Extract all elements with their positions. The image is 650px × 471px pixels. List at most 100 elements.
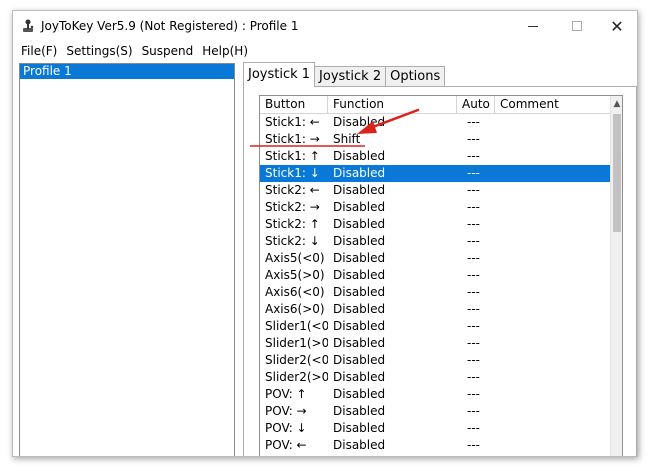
cell-auto: --- — [467, 336, 480, 350]
cell-button: Stick1: ↑ — [265, 149, 320, 163]
profile-item[interactable]: Profile 1 — [20, 64, 234, 79]
cell-auto: --- — [467, 200, 480, 214]
table-row[interactable]: Slider1(<0) Disabled --- — [260, 318, 610, 335]
cell-button: POV: ← — [265, 438, 307, 452]
table-row[interactable]: Stick1: ↑ Disabled --- — [260, 148, 610, 165]
scroll-thumb[interactable] — [613, 114, 621, 232]
cell-auto: --- — [467, 285, 480, 299]
chevron-up-icon[interactable]: ▲ — [611, 96, 622, 112]
grid-rows: Stick1: ← Disabled --- Stick1: → Shift --- Sti… — [260, 114, 610, 454]
cell-function: Disabled — [333, 421, 386, 435]
cell-function: Disabled — [333, 353, 386, 367]
cell-button: Stick1: ← — [265, 115, 320, 129]
cell-comment — [495, 148, 610, 165]
profile-list[interactable]: Profile 1 — [19, 63, 235, 456]
app-window: JoyToKey Ver5.9 (Not Registered) : Profi… — [12, 10, 638, 457]
cell-comment — [495, 267, 610, 284]
cell-auto: --- — [467, 387, 480, 401]
table-row[interactable]: Stick2: ↓ Disabled --- — [260, 233, 610, 250]
cell-comment — [495, 318, 610, 335]
cell-function: Disabled — [333, 115, 386, 129]
cell-button: POV: → — [265, 404, 307, 418]
cell-button: Stick2: ← — [265, 183, 320, 197]
cell-button: Slider2(>0) — [265, 370, 328, 384]
menu-file[interactable]: File(F) — [16, 44, 61, 58]
column-header-button[interactable]: Button — [260, 96, 328, 113]
button-assignment-grid[interactable]: Button Function Auto Comment Stick1: ← Di… — [259, 95, 623, 456]
menu-suspend[interactable]: Suspend — [137, 44, 198, 58]
tab-joystick-2[interactable]: Joystick 2 — [314, 66, 387, 87]
cell-function: Disabled — [333, 336, 386, 350]
tab-joystick-1[interactable]: Joystick 1 — [243, 62, 316, 87]
window-title: JoyToKey Ver5.9 (Not Registered) : Profi… — [41, 19, 299, 33]
tab-panel: Button Function Auto Comment Stick1: ← Di… — [243, 86, 637, 456]
cell-function: Disabled — [333, 370, 386, 384]
tab-options[interactable]: Options — [385, 66, 446, 87]
cell-comment — [495, 182, 610, 199]
cell-function: Disabled — [333, 149, 386, 163]
cell-auto: --- — [467, 115, 480, 129]
cell-comment — [495, 386, 610, 403]
cell-auto: --- — [467, 149, 480, 163]
cell-comment — [495, 369, 610, 386]
table-row[interactable]: POV: ↑ Disabled --- — [260, 386, 610, 403]
table-row[interactable]: Axis5(<0) Disabled --- — [260, 250, 610, 267]
cell-function: Shift — [333, 132, 361, 146]
maximize-button[interactable] — [562, 15, 592, 37]
cell-function: Disabled — [333, 200, 386, 214]
cell-button: POV: ↑ — [265, 387, 307, 401]
table-row[interactable]: Stick1: → Shift --- — [260, 131, 610, 148]
cell-comment — [495, 284, 610, 301]
close-button[interactable]: ✕ — [602, 15, 632, 37]
table-row[interactable]: Stick1: ↓ Disabled --- — [260, 165, 610, 182]
cell-function: Disabled — [333, 251, 386, 265]
menu-settings[interactable]: Settings(S) — [61, 44, 136, 58]
table-row[interactable]: Slider2(<0) Disabled --- — [260, 352, 610, 369]
cell-comment — [495, 301, 610, 318]
cell-comment — [495, 437, 610, 454]
table-row[interactable]: Stick2: ← Disabled --- — [260, 182, 610, 199]
cell-button: Slider1(>0) — [265, 336, 328, 350]
table-row[interactable]: Slider2(>0) Disabled --- — [260, 369, 610, 386]
table-row[interactable]: Axis6(<0) Disabled --- — [260, 284, 610, 301]
cell-auto: --- — [467, 302, 480, 316]
tab-bar: Joystick 1 Joystick 2 Options — [243, 62, 446, 87]
table-row[interactable]: Stick2: → Disabled --- — [260, 199, 610, 216]
table-row[interactable]: POV: ← Disabled --- — [260, 437, 610, 454]
cell-auto: --- — [467, 319, 480, 333]
column-header-function[interactable]: Function — [328, 96, 457, 113]
table-row[interactable]: Axis5(>0) Disabled --- — [260, 267, 610, 284]
cell-function: Disabled — [333, 285, 386, 299]
cell-auto: --- — [467, 217, 480, 231]
cell-function: Disabled — [333, 319, 386, 333]
cell-function: Disabled — [333, 183, 386, 197]
table-row[interactable]: Stick2: ↑ Disabled --- — [260, 216, 610, 233]
cell-auto: --- — [467, 251, 480, 265]
menu-help[interactable]: Help(H) — [197, 44, 252, 58]
table-row[interactable]: Stick1: ← Disabled --- — [260, 114, 610, 131]
cell-button: Axis6(>0) — [265, 302, 325, 316]
table-row[interactable]: POV: → Disabled --- — [260, 403, 610, 420]
cell-comment — [495, 216, 610, 233]
column-header-comment[interactable]: Comment — [495, 96, 610, 113]
table-row[interactable]: Slider1(>0) Disabled --- — [260, 335, 610, 352]
minimize-button[interactable] — [518, 15, 548, 37]
cell-function: Disabled — [333, 166, 386, 180]
table-row[interactable]: Axis6(>0) Disabled --- — [260, 301, 610, 318]
vertical-scrollbar[interactable]: ▲ — [610, 96, 622, 456]
cell-button: Axis5(<0) — [265, 251, 325, 265]
joystick-icon — [23, 19, 34, 32]
cell-function: Disabled — [333, 438, 386, 452]
cell-comment — [495, 250, 610, 267]
cell-button: POV: ↓ — [265, 421, 307, 435]
cell-auto: --- — [467, 166, 480, 180]
cell-function: Disabled — [333, 302, 386, 316]
grid-header: Button Function Auto Comment — [260, 96, 610, 114]
cell-function: Disabled — [333, 268, 386, 282]
cell-comment — [495, 114, 610, 131]
cell-button: Axis6(<0) — [265, 285, 325, 299]
column-header-auto[interactable]: Auto — [457, 96, 495, 113]
table-row[interactable]: POV: ↓ Disabled --- — [260, 420, 610, 437]
cell-auto: --- — [467, 421, 480, 435]
cell-button: Stick1: ↓ — [265, 166, 320, 180]
